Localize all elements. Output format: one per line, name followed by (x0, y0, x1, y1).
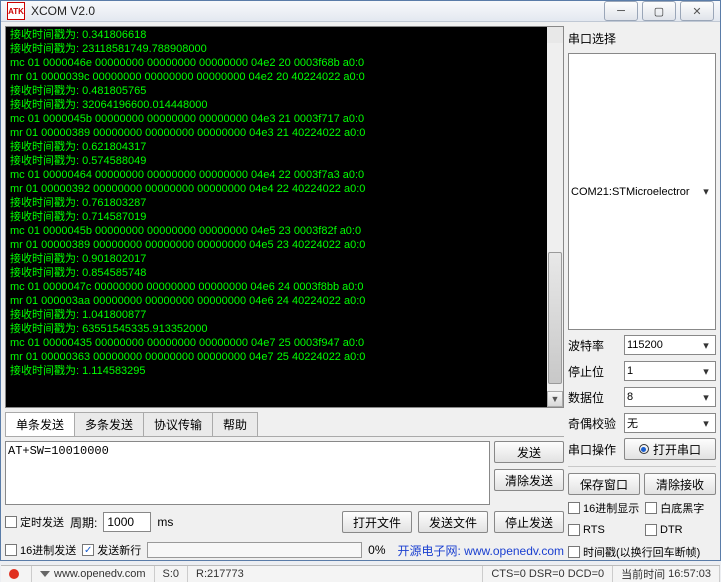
stop-select[interactable]: 1▾ (624, 361, 716, 381)
progress-pct: 0% (368, 543, 385, 557)
close-button[interactable]: ✕ (680, 1, 714, 21)
data-label: 数据位 (568, 389, 620, 406)
app-window: ATK XCOM V2.0 ─ ▢ ✕ 接收时间戳为: 0.341806618 … (0, 0, 721, 561)
hex-display-checkbox[interactable]: 16进制显示 (568, 499, 639, 517)
parity-select[interactable]: 无▾ (624, 413, 716, 433)
period-unit: ms (157, 515, 173, 529)
send-textarea[interactable] (5, 441, 490, 505)
op-label: 串口操作 (568, 441, 620, 458)
status-sent: S:0 (155, 566, 189, 582)
baud-select[interactable]: 115200▾ (624, 335, 716, 355)
send-file-button[interactable]: 发送文件 (418, 511, 488, 533)
send-newline-checkbox[interactable]: ✓发送新行 (82, 541, 141, 559)
scroll-down-button[interactable]: ▼ (547, 391, 563, 407)
parity-label: 奇偶校验 (568, 415, 620, 432)
save-window-button[interactable]: 保存窗口 (568, 473, 640, 495)
period-input[interactable] (103, 512, 151, 532)
open-file-button[interactable]: 打开文件 (342, 511, 412, 533)
status-dropdown[interactable]: www.openedv.com (32, 566, 155, 582)
record-icon[interactable] (1, 566, 32, 582)
tab-help[interactable]: 帮助 (212, 412, 258, 436)
clear-send-button[interactable]: 清除发送 (494, 469, 564, 491)
status-time: 当前时间 16:57:03 (613, 566, 720, 582)
terminal-output[interactable]: 接收时间戳为: 0.341806618 接收时间戳为: 23118581749.… (5, 26, 564, 408)
stop-label: 停止位 (568, 363, 620, 380)
open-port-button[interactable]: 打开串口 (624, 438, 716, 460)
titlebar[interactable]: ATK XCOM V2.0 ─ ▢ ✕ (1, 1, 720, 22)
white-bg-checkbox[interactable]: 白底黑字 (645, 499, 704, 517)
minimize-button[interactable]: ─ (604, 1, 638, 21)
chevron-down-icon: ▾ (699, 185, 713, 198)
rts-checkbox[interactable]: RTS (568, 521, 639, 539)
dtr-checkbox[interactable]: DTR (645, 521, 716, 539)
hex-send-checkbox[interactable]: 16进制发送 (5, 541, 76, 559)
period-label: 周期: (70, 514, 97, 531)
serial-section-title: 串口选择 (568, 30, 716, 47)
port-status-icon (639, 444, 649, 454)
tab-single-send[interactable]: 单条发送 (5, 412, 75, 436)
progress-bar (147, 542, 362, 558)
app-logo: ATK (7, 2, 25, 20)
link-label: 开源电子网: (397, 544, 460, 558)
tab-multi-send[interactable]: 多条发送 (74, 412, 144, 436)
status-bar: www.openedv.com S:0 R:217773 CTS=0 DSR=0… (1, 565, 720, 582)
clear-recv-button[interactable]: 清除接收 (644, 473, 716, 495)
timestamp-checkbox[interactable]: 时间戳(以换行回车断帧) (568, 543, 716, 561)
timed-send-checkbox[interactable]: 定时发送 (5, 513, 64, 531)
port-select[interactable]: COM21:STMicroelectror▾ (568, 53, 716, 330)
scroll-thumb[interactable] (548, 252, 562, 384)
link-url[interactable]: www.openedv.com (464, 544, 564, 558)
data-select[interactable]: 8▾ (624, 387, 716, 407)
tab-protocol[interactable]: 协议传输 (143, 412, 213, 436)
send-button[interactable]: 发送 (494, 441, 564, 463)
maximize-button[interactable]: ▢ (642, 1, 676, 21)
baud-label: 波特率 (568, 337, 620, 354)
stop-send-button[interactable]: 停止发送 (494, 511, 564, 533)
send-tabs: 单条发送 多条发送 协议传输 帮助 (5, 412, 564, 437)
status-recv: R:217773 (188, 566, 483, 582)
window-title: XCOM V2.0 (31, 4, 604, 18)
status-lines: CTS=0 DSR=0 DCD=0 (483, 566, 613, 582)
terminal-scrollbar[interactable]: ▲ ▼ (547, 27, 563, 407)
